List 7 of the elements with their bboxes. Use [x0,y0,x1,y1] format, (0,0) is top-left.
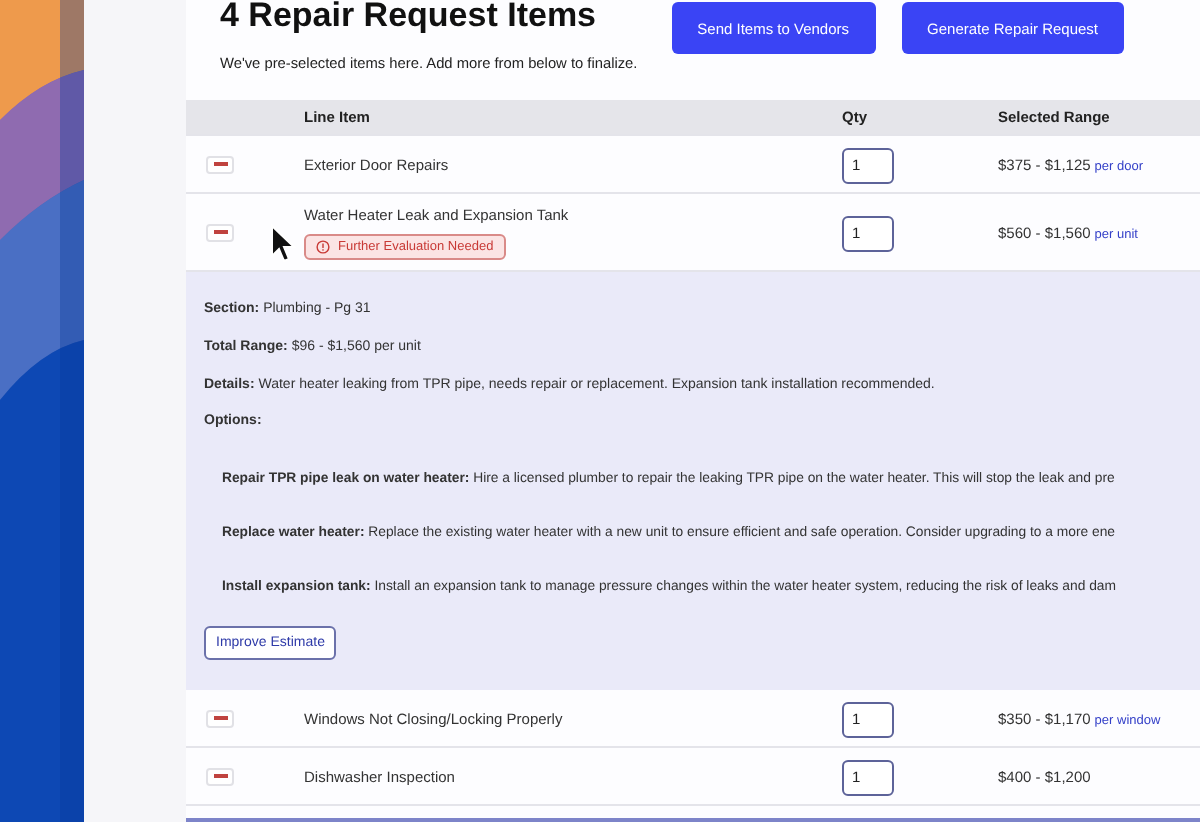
remove-button[interactable] [206,709,234,727]
remove-button[interactable] [206,155,234,173]
cursor-icon [270,224,296,264]
remove-button[interactable] [206,767,234,785]
alert-icon [316,239,330,253]
page-title: 4 Repair Request Items [220,2,599,30]
remove-button[interactable] [206,223,234,241]
